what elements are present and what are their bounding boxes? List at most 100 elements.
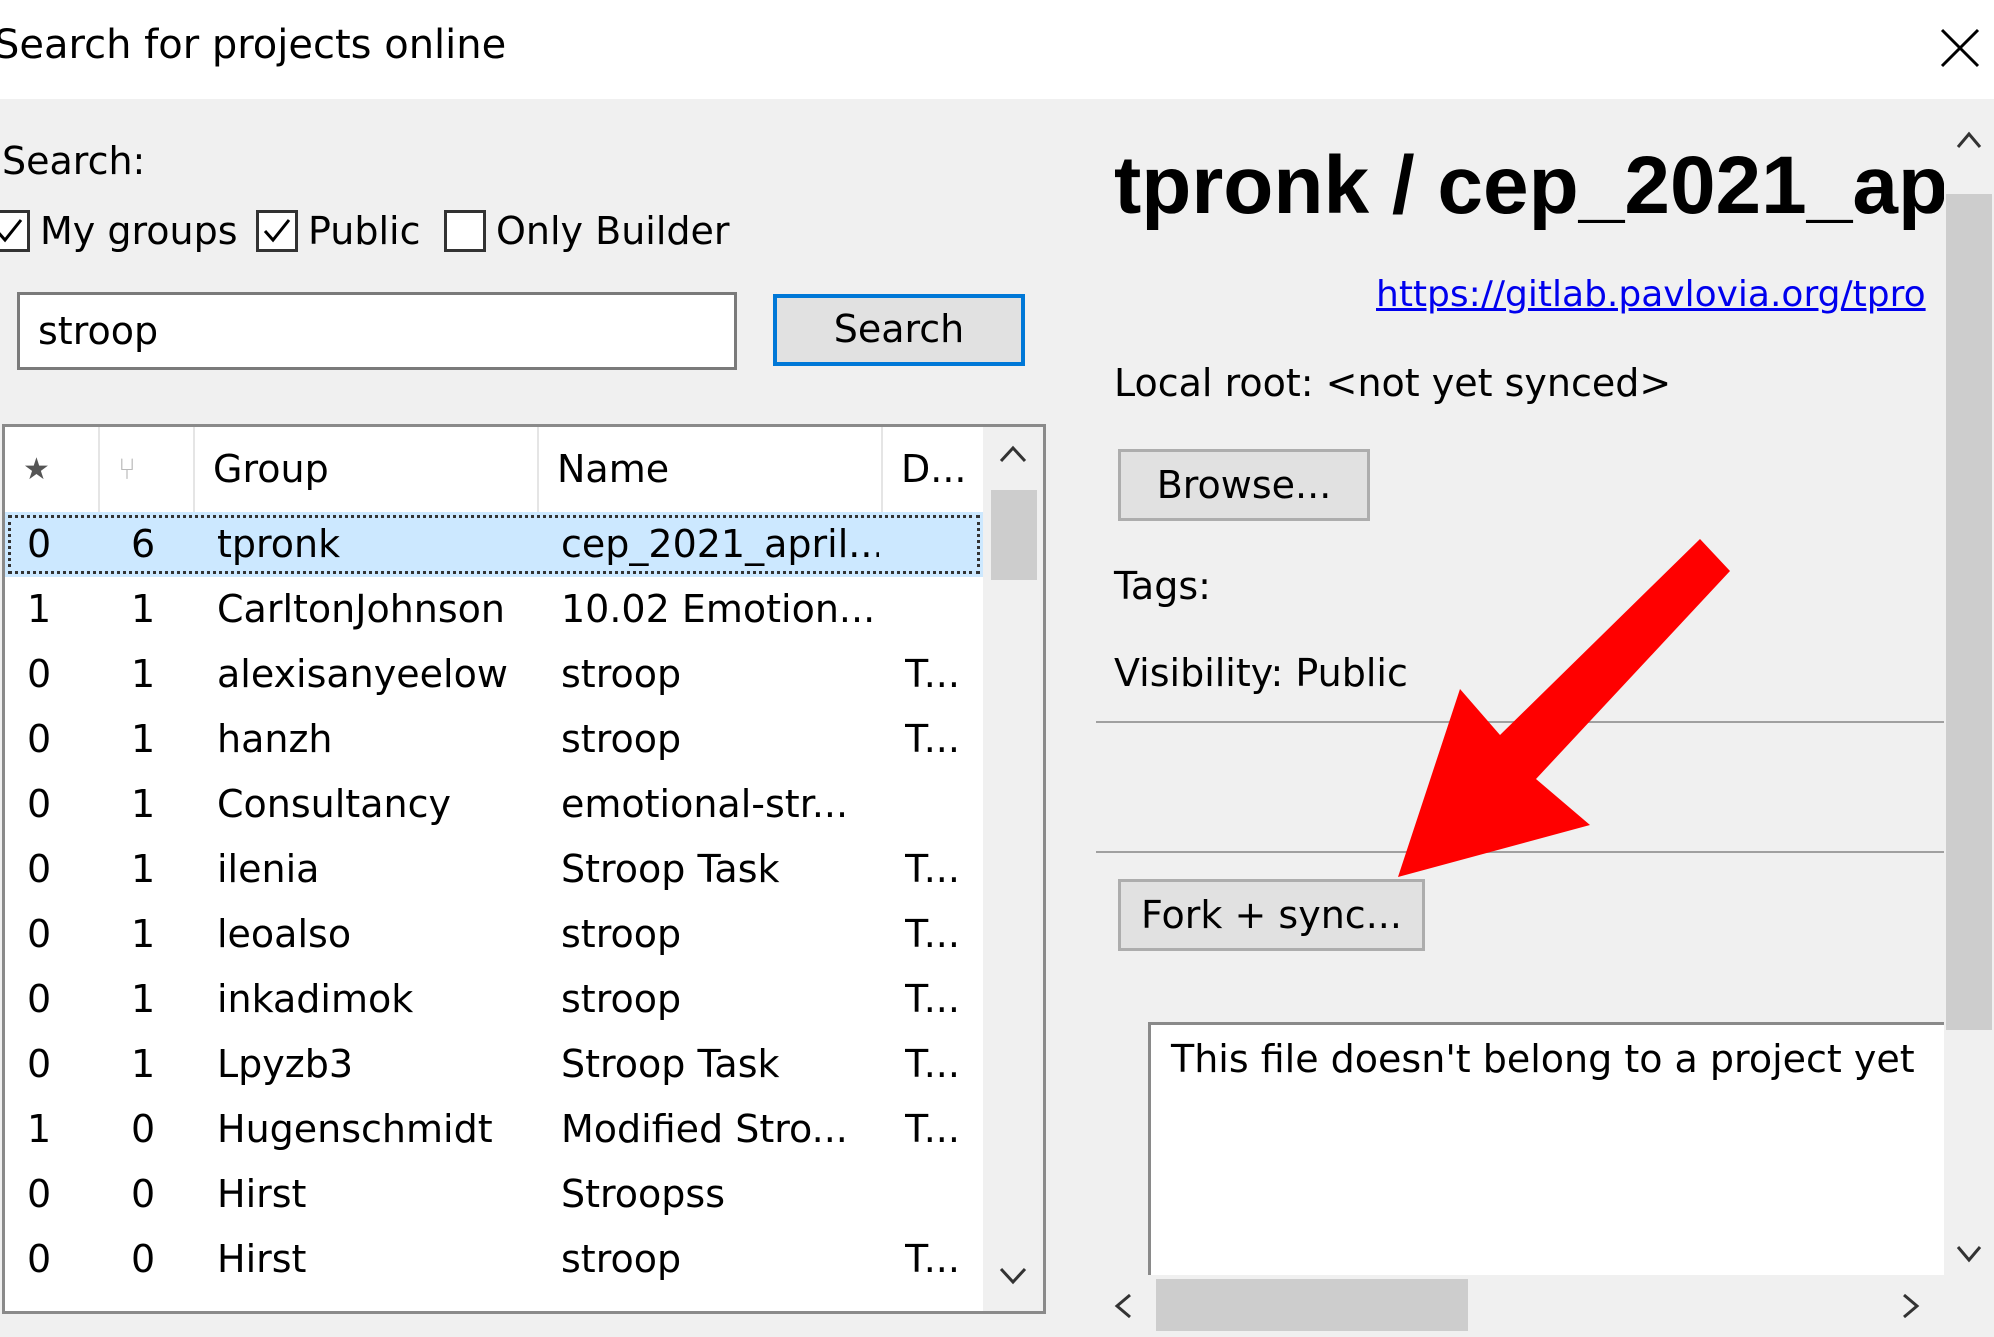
only-builder-label: Only Builder [496, 209, 730, 253]
results-scrollbar-thumb[interactable] [991, 490, 1037, 580]
table-row[interactable]: 0 1 hanzh stroop T... [5, 707, 983, 772]
group-cell: tpronk [217, 522, 341, 566]
group-cell: Hirst [217, 1172, 307, 1216]
project-url-link[interactable]: https://gitlab.pavlovia.org/tpro [1376, 274, 1926, 315]
window-title: Search for projects online [0, 22, 507, 68]
group-cell: leoalso [217, 912, 352, 956]
column-header-name[interactable]: Name [539, 427, 883, 512]
description-cell [905, 772, 979, 837]
name-cell: Modified Stro... [561, 1107, 848, 1151]
description-cell: T... [905, 1042, 960, 1086]
table-row[interactable]: 0 1 inkadimok stroop T... [5, 967, 983, 1032]
detail-horizontal-scrollbar-thumb[interactable] [1156, 1279, 1468, 1331]
name-cell: stroop [561, 652, 682, 696]
column-header-forks[interactable]: ⑂ [100, 427, 195, 512]
checkbox-checked-icon[interactable] [0, 210, 30, 252]
table-row[interactable]: 0 6 tpronk cep_2021_april... [5, 512, 983, 577]
fork-sync-button[interactable]: Fork + sync... [1118, 879, 1425, 951]
forks-cell: 1 [131, 847, 156, 891]
visibility-text: Visibility: Public [1114, 651, 1408, 695]
forks-cell: 0 [131, 1237, 156, 1281]
table-row[interactable]: 1 1 CarltonJohnson 10.02 Emotion... [5, 577, 983, 642]
name-cell: Stroop Task [561, 1042, 780, 1086]
stars-cell: 1 [27, 587, 52, 631]
scroll-down-icon[interactable] [1954, 1243, 1984, 1265]
results-scrollbar[interactable] [983, 427, 1043, 1311]
public-label: Public [308, 209, 421, 253]
checkbox-checked-icon[interactable] [256, 210, 298, 252]
name-cell: Stroop Task [561, 847, 780, 891]
table-row[interactable]: 1 0 Hugenschmidt Modified Stro... T... [5, 1097, 983, 1162]
table-row[interactable]: 0 1 Lpyzb3 Stroop Task T... [5, 1032, 983, 1097]
dialog-body: Search: My groups Public Only Builder Se… [0, 99, 1994, 1337]
stars-cell: 0 [27, 522, 52, 566]
checkbox-unchecked-icon[interactable] [444, 210, 486, 252]
description-cell: T... [905, 977, 960, 1021]
table-row[interactable]: 0 1 ilenia Stroop Task T... [5, 837, 983, 902]
column-header-description[interactable]: D... [883, 427, 983, 512]
forks-cell: 6 [131, 522, 156, 566]
annotation-arrow-icon [1398, 539, 1730, 877]
description-cell [905, 512, 979, 577]
stars-cell: 0 [27, 1237, 52, 1281]
my-groups-checkbox[interactable]: My groups [0, 209, 238, 253]
stars-cell: 0 [27, 782, 52, 826]
stars-cell: 0 [27, 1042, 52, 1086]
close-icon[interactable] [1930, 18, 1990, 78]
group-cell: Consultancy [217, 782, 451, 826]
group-cell: CarltonJohnson [217, 587, 505, 631]
local-root-text: Local root: <not yet synced> [1114, 361, 1672, 405]
table-row[interactable]: 0 0 Hirst Stroopss [5, 1162, 983, 1227]
title-bar: Search for projects online [0, 0, 1994, 99]
tags-label: Tags: [1114, 564, 1211, 608]
description-cell: T... [905, 717, 960, 761]
description-cell: T... [905, 1107, 960, 1151]
table-row[interactable]: 0 1 leoalso stroop T... [5, 902, 983, 967]
description-cell: T... [905, 912, 960, 956]
group-cell: alexisanyeelow [217, 652, 508, 696]
name-cell: stroop [561, 1237, 682, 1281]
my-groups-label: My groups [40, 209, 238, 253]
public-checkbox[interactable]: Public [256, 209, 420, 253]
forks-cell: 1 [131, 652, 156, 696]
only-builder-checkbox[interactable]: Only Builder [444, 209, 730, 253]
project-title: tpronk / cep_2021_ap [1114, 140, 1949, 231]
forks-cell: 0 [131, 1172, 156, 1216]
scroll-up-icon[interactable] [1954, 129, 1984, 151]
divider [1096, 721, 1944, 723]
name-cell: stroop [561, 977, 682, 1021]
stars-cell: 0 [27, 652, 52, 696]
table-row[interactable]: 0 1 alexisanyeelow stroop T... [5, 642, 983, 707]
forks-cell: 1 [131, 912, 156, 956]
forks-cell: 1 [131, 717, 156, 761]
search-button[interactable]: Search [773, 294, 1025, 366]
scroll-left-icon[interactable] [1112, 1291, 1134, 1321]
name-cell: Stroopss [561, 1172, 726, 1216]
search-label: Search: [2, 139, 146, 183]
project-description-box[interactable]: This file doesn't belong to a project ye… [1148, 1022, 1944, 1292]
scroll-right-icon[interactable] [1900, 1291, 1922, 1321]
stars-cell: 0 [27, 717, 52, 761]
scroll-down-icon[interactable] [997, 1265, 1029, 1287]
forks-cell: 1 [131, 587, 156, 631]
stars-cell: 0 [27, 847, 52, 891]
column-header-stars[interactable]: ★ [5, 427, 100, 512]
name-cell: stroop [561, 912, 682, 956]
table-row[interactable]: 0 1 Consultancy emotional-str... [5, 772, 983, 837]
stars-cell: 0 [27, 977, 52, 1021]
group-cell: inkadimok [217, 977, 414, 1021]
browse-button[interactable]: Browse... [1118, 449, 1370, 521]
results-list[interactable]: ★ ⑂ Group Name D... 0 6 tpronk cep_2021_apr… [2, 424, 1046, 1314]
group-cell: ilenia [217, 847, 320, 891]
group-cell: hanzh [217, 717, 333, 761]
scroll-up-icon[interactable] [997, 443, 1029, 465]
stars-cell: 0 [27, 912, 52, 956]
detail-vertical-scrollbar-thumb[interactable] [1946, 194, 1992, 1030]
search-input[interactable] [17, 292, 737, 370]
column-header-group[interactable]: Group [195, 427, 539, 512]
table-row[interactable]: 0 0 Hirst stroop T... [5, 1227, 983, 1292]
group-cell: Hugenschmidt [217, 1107, 493, 1151]
description-cell: T... [905, 1237, 960, 1281]
divider [1096, 851, 1944, 853]
detail-horizontal-scrollbar[interactable] [1096, 1275, 1944, 1335]
